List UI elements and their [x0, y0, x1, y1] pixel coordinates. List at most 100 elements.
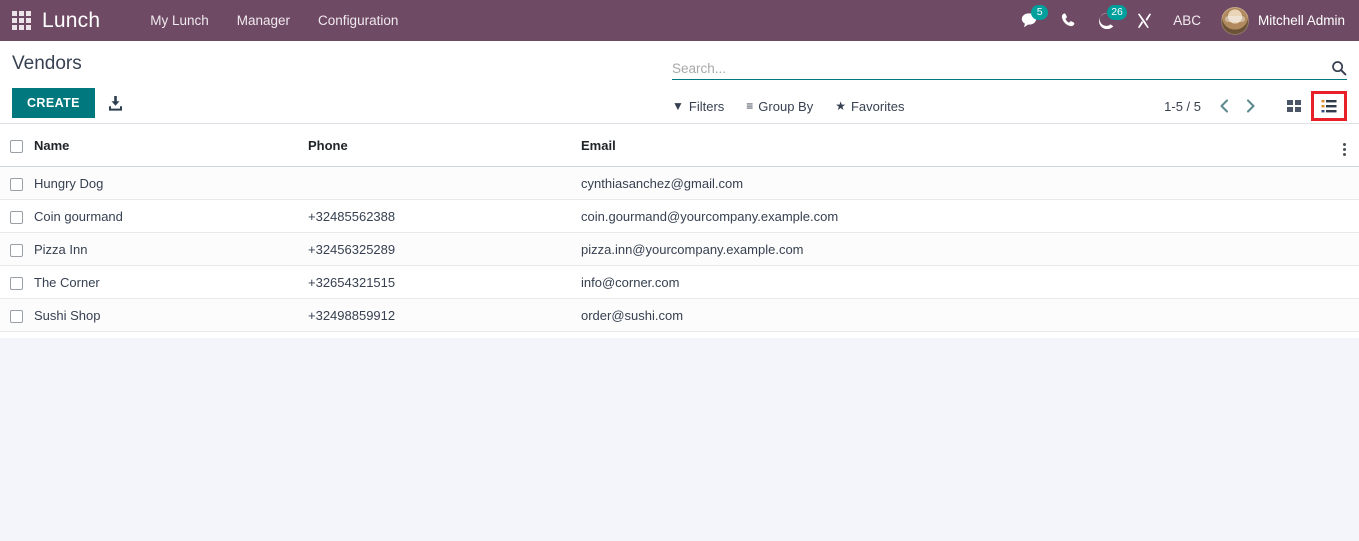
cell-phone: +32498859912: [308, 298, 581, 332]
view-switcher: [1279, 91, 1347, 121]
import-download-icon: [108, 95, 122, 111]
filters-dropdown[interactable]: ▼ Filters: [672, 99, 724, 114]
list-view-button[interactable]: [1311, 91, 1347, 121]
row-checkbox[interactable]: [10, 243, 23, 257]
table-row[interactable]: The Corner +32654321515 info@corner.com: [0, 265, 1359, 299]
cell-email: coin.gourmand@yourcompany.example.com: [581, 199, 1329, 233]
table-header-row: Name Phone Email: [0, 124, 1359, 167]
group-by-label: Group By: [758, 98, 814, 114]
developer-tools-button[interactable]: [1125, 0, 1163, 41]
app-brand-lunch[interactable]: Lunch: [42, 9, 100, 33]
favorites-dropdown[interactable]: ★ Favorites: [835, 99, 904, 114]
table-row[interactable]: Hungry Dog cynthiasanchez@gmail.com: [0, 166, 1359, 200]
row-select-cell: [0, 232, 34, 266]
user-name-label: Mitchell Admin: [1257, 13, 1345, 28]
search-icon: [1332, 61, 1347, 76]
funnel-icon: ▼: [672, 99, 684, 113]
row-checkbox[interactable]: [10, 309, 23, 323]
top-navbar: Lunch My Lunch Manager Configuration 5 2…: [0, 0, 1359, 41]
optional-columns-cell: [1329, 124, 1359, 167]
cell-name: Hungry Dog: [34, 166, 308, 200]
cell-phone: +32654321515: [308, 265, 581, 299]
table-row[interactable]: Pizza Inn +32456325289 pizza.inn@yourcom…: [0, 232, 1359, 266]
row-end-cell: [1329, 265, 1359, 299]
search-input[interactable]: [672, 61, 1323, 76]
table-head: Name Phone Email: [0, 124, 1359, 167]
search-bar[interactable]: [672, 50, 1347, 80]
row-end-cell: [1329, 166, 1359, 200]
table-row[interactable]: Sushi Shop +32498859912 order@sushi.com: [0, 298, 1359, 332]
column-header-email[interactable]: Email: [581, 124, 1329, 167]
apps-grid-icon: [11, 11, 31, 30]
vendors-list-view: Name Phone Email Hungry Dog cynthiasanch…: [0, 124, 1359, 338]
column-header-name[interactable]: Name: [34, 124, 308, 167]
cell-email: cynthiasanchez@gmail.com: [581, 166, 1329, 200]
row-checkbox[interactable]: [10, 177, 23, 191]
group-by-dropdown[interactable]: ≡ Group By: [746, 99, 813, 114]
cell-email: info@corner.com: [581, 265, 1329, 299]
user-menu-button[interactable]: Mitchell Admin: [1217, 0, 1359, 41]
messaging-button[interactable]: 5: [1011, 0, 1049, 41]
control-panel: Vendors CREATE ▼ Filt: [0, 41, 1359, 124]
menu-manager[interactable]: Manager: [223, 0, 304, 41]
phone-icon: [1061, 13, 1075, 27]
row-select-cell: [0, 199, 34, 233]
chevron-right-icon: [1246, 99, 1255, 113]
hamburger-icon: ≡: [746, 99, 754, 113]
row-end-cell: [1329, 298, 1359, 332]
cell-phone: +32456325289: [308, 232, 581, 266]
kanban-grid-icon: [1287, 100, 1301, 112]
table-body: Hungry Dog cynthiasanchez@gmail.com Coin…: [0, 166, 1359, 332]
row-end-cell: [1329, 232, 1359, 266]
cell-name: Sushi Shop: [34, 298, 308, 332]
favorites-label: Favorites: [850, 98, 905, 114]
cell-email: pizza.inn@yourcompany.example.com: [581, 232, 1329, 266]
pager-previous-button[interactable]: [1211, 93, 1237, 119]
activities-button[interactable]: 26: [1087, 0, 1127, 41]
import-records-button[interactable]: [107, 95, 124, 112]
cell-name: The Corner: [34, 265, 308, 299]
phone-button[interactable]: [1049, 0, 1087, 41]
star-icon: ★: [835, 99, 846, 113]
activities-badge: 26: [1107, 5, 1127, 20]
row-checkbox[interactable]: [10, 210, 23, 224]
search-button[interactable]: [1323, 60, 1347, 76]
filter-bar: ▼ Filters ≡ Group By ★ Favorites 1-5 / 5: [672, 91, 1347, 121]
row-select-cell: [0, 298, 34, 332]
menu-configuration[interactable]: Configuration: [304, 0, 412, 41]
pager-and-views: 1-5 / 5: [1164, 91, 1347, 121]
cell-phone: [308, 166, 581, 200]
list-view-icon: [1321, 100, 1337, 113]
pager-next-button[interactable]: [1237, 93, 1263, 119]
cell-name: Coin gourmand: [34, 199, 308, 233]
avatar: [1220, 6, 1249, 35]
messaging-badge: 5: [1031, 5, 1049, 20]
table-row[interactable]: Coin gourmand +32485562388 coin.gourmand…: [0, 199, 1359, 233]
chevron-left-icon: [1219, 99, 1228, 113]
select-all-cell: [0, 124, 34, 167]
apps-menu-button[interactable]: [0, 0, 42, 41]
kanban-view-button[interactable]: [1279, 93, 1309, 119]
page-title: Vendors: [12, 53, 82, 74]
control-panel-buttons: CREATE: [12, 88, 124, 118]
menu-my-lunch[interactable]: My Lunch: [136, 0, 223, 41]
row-checkbox[interactable]: [10, 276, 23, 290]
page-background: [0, 338, 1359, 538]
cell-email: order@sushi.com: [581, 298, 1329, 332]
cell-phone: +32485562388: [308, 199, 581, 233]
systray: 5 26 ABC Mitchell Admin: [1011, 0, 1359, 41]
filters-label: Filters: [688, 98, 725, 114]
tools-icon: [1137, 13, 1151, 29]
row-select-cell: [0, 166, 34, 200]
row-end-cell: [1329, 199, 1359, 233]
column-header-phone[interactable]: Phone: [308, 124, 581, 167]
debug-abc-label[interactable]: ABC: [1163, 13, 1217, 28]
kebab-menu-icon[interactable]: [1342, 143, 1346, 156]
select-all-checkbox[interactable]: [10, 139, 23, 153]
control-panel-left: Vendors CREATE: [12, 41, 124, 118]
create-button[interactable]: CREATE: [12, 88, 95, 118]
cell-name: Pizza Inn: [34, 232, 308, 266]
pager-count: 1-5 / 5: [1164, 98, 1201, 114]
row-select-cell: [0, 265, 34, 299]
vendors-table: Name Phone Email Hungry Dog cynthiasanch…: [0, 124, 1359, 332]
